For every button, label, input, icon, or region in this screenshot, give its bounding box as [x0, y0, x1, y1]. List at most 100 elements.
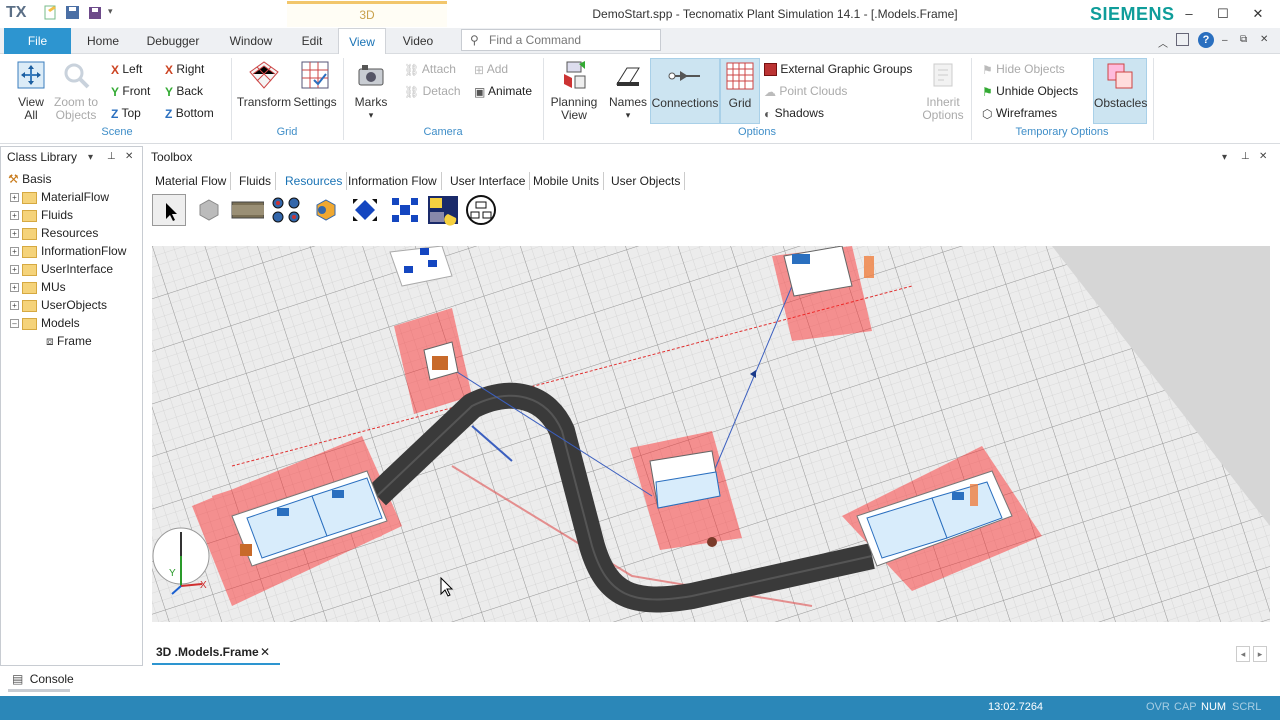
- new-file-icon[interactable]: [43, 5, 58, 20]
- pointer-tool[interactable]: [152, 194, 186, 226]
- wireframes-label: Wireframes: [995, 106, 1058, 120]
- network-tool[interactable]: [464, 194, 498, 226]
- view-left-button[interactable]: X Left: [111, 60, 142, 78]
- footpath-tool[interactable]: [230, 194, 265, 226]
- panel-menu-icon[interactable]: ▾: [1222, 152, 1227, 163]
- view-right-button[interactable]: X Right: [165, 60, 204, 78]
- tab-material-flow[interactable]: Material Flow: [151, 172, 232, 190]
- tree-label: InformationFlow: [41, 244, 127, 258]
- collapse-icon: –: [10, 319, 19, 329]
- pin-icon[interactable]: ⊥: [1241, 151, 1250, 162]
- 3d-viewport[interactable]: Y X: [152, 246, 1270, 622]
- find-command-input[interactable]: ⚲ Find a Command: [461, 29, 661, 51]
- tab-edit[interactable]: Edit: [296, 28, 328, 54]
- save-all-icon[interactable]: [87, 5, 102, 20]
- doc-minimize-icon[interactable]: –: [1222, 35, 1228, 46]
- doc-restore-icon[interactable]: ⧉: [1240, 34, 1247, 45]
- tab-window[interactable]: Window: [222, 28, 280, 54]
- minimize-icon[interactable]: –: [1178, 4, 1200, 24]
- shadows-button[interactable]: ◐ Shadows: [764, 104, 824, 122]
- tree-item-userinterface[interactable]: + UserInterface: [2, 260, 140, 278]
- tab-home[interactable]: Home: [80, 28, 126, 54]
- tree-item-fluids[interactable]: + Fluids: [2, 206, 140, 224]
- tab-file[interactable]: File: [4, 28, 71, 54]
- exporter-tool[interactable]: [388, 194, 422, 226]
- tab-view[interactable]: View: [338, 28, 386, 54]
- document-tab[interactable]: 3D .Models.Frame ✕: [152, 641, 278, 663]
- tab-user-interface[interactable]: User Interface: [446, 172, 531, 190]
- animate-button[interactable]: ▣ Animate: [474, 82, 532, 100]
- inherit-options-button: Inherit Options: [918, 60, 968, 122]
- tree-item-basis[interactable]: ⚒ Basis: [2, 170, 140, 188]
- view-bottom-button[interactable]: Z Bottom: [165, 104, 214, 122]
- tree-item-materialflow[interactable]: + MaterialFlow: [2, 188, 140, 206]
- marks-button[interactable]: Marks ▾: [350, 60, 392, 122]
- doc-close-icon[interactable]: ✕: [1260, 34, 1268, 45]
- panel-close-icon[interactable]: ✕: [1259, 151, 1267, 162]
- console-label: Console: [29, 672, 74, 686]
- names-button[interactable]: Names ▾: [606, 60, 650, 122]
- worker-pool-tool[interactable]: [192, 194, 226, 226]
- document-close-icon[interactable]: ✕: [260, 641, 270, 663]
- tab-resources[interactable]: Resources: [281, 172, 348, 190]
- broker-tool[interactable]: [310, 194, 344, 226]
- external-graphic-groups-label: External Graphic Groups: [780, 62, 913, 76]
- obstacles-button[interactable]: Obstacles: [1093, 58, 1147, 124]
- view-all-button[interactable]: View All: [12, 60, 50, 122]
- view-front-button[interactable]: Y Front: [111, 82, 150, 100]
- shift-calendar-tool[interactable]: [348, 194, 382, 226]
- view-top-button[interactable]: Z Top: [111, 104, 141, 122]
- worker-marker: [707, 537, 717, 547]
- tree-item-models[interactable]: – Models: [2, 314, 140, 332]
- save-icon[interactable]: [65, 5, 80, 20]
- workplace-tool[interactable]: [270, 194, 304, 226]
- pin-icon[interactable]: ⊥: [107, 151, 116, 162]
- station-part: [240, 544, 252, 556]
- panel-menu-icon[interactable]: ▾: [88, 152, 93, 163]
- scroll-right-icon[interactable]: ▸: [1253, 646, 1267, 662]
- broker-icon: [316, 199, 336, 221]
- folder-icon: [22, 281, 37, 294]
- planning-view-button[interactable]: Planning View: [549, 60, 599, 122]
- station-part: [277, 508, 289, 516]
- tree-item-resources[interactable]: + Resources: [2, 224, 140, 242]
- tree-item-informationflow[interactable]: + InformationFlow: [2, 242, 140, 260]
- detach-button: ⛓ Detach: [404, 82, 461, 100]
- connections-icon: [668, 71, 700, 81]
- view-back-button[interactable]: Y Back: [165, 82, 203, 100]
- group-scene-label: Scene: [101, 126, 133, 138]
- panel-close-icon[interactable]: ✕: [125, 151, 133, 162]
- tree-item-userobjects[interactable]: + UserObjects: [2, 296, 140, 314]
- tab-debugger[interactable]: Debugger: [140, 28, 206, 54]
- wireframes-button[interactable]: ⬡ Wireframes: [982, 104, 1057, 122]
- external-graphic-groups-button[interactable]: External Graphic Groups: [764, 60, 912, 78]
- tree-item-mus[interactable]: + MUs: [2, 278, 140, 296]
- help-icon[interactable]: ?: [1198, 32, 1214, 48]
- transform-button[interactable]: Transform: [236, 60, 292, 109]
- tab-user-objects[interactable]: User Objects: [607, 172, 686, 190]
- tab-video[interactable]: Video: [396, 28, 440, 54]
- tree-item-frame[interactable]: ⧈ Frame: [2, 332, 140, 350]
- quick-access-dropdown-icon[interactable]: ▾: [108, 6, 113, 17]
- folder-icon: [22, 227, 37, 240]
- close-icon[interactable]: ✕: [1247, 4, 1269, 24]
- 3d-scene[interactable]: Y X: [152, 246, 1270, 622]
- restore-layout-icon[interactable]: [1176, 33, 1189, 46]
- tab-information-flow[interactable]: Information Flow: [344, 172, 442, 190]
- find-command-placeholder: Find a Command: [489, 33, 582, 47]
- station-part: [792, 254, 810, 264]
- console-tab[interactable]: ▤ Console: [0, 670, 140, 688]
- title-bar: TX ▾ 3D DemoStart.spp - Tecnomatix Plant…: [0, 0, 1280, 28]
- grid-toggle-button[interactable]: Grid: [720, 58, 760, 124]
- maximize-icon[interactable]: ☐: [1212, 4, 1234, 24]
- collapse-ribbon-icon[interactable]: ︿: [1158, 35, 1168, 50]
- context-tab-3d[interactable]: 3D: [287, 1, 447, 27]
- unhide-objects-button[interactable]: ⚑ Unhide Objects: [982, 82, 1078, 100]
- connections-button[interactable]: Connections: [650, 58, 720, 124]
- transform-grid-icon: [249, 61, 279, 89]
- grid-settings-button[interactable]: Settings: [293, 60, 337, 109]
- scroll-left-icon[interactable]: ◂: [1236, 646, 1250, 662]
- chart-tool[interactable]: [426, 194, 460, 226]
- tab-fluids[interactable]: Fluids: [235, 172, 277, 190]
- tab-mobile-units[interactable]: Mobile Units: [529, 172, 605, 190]
